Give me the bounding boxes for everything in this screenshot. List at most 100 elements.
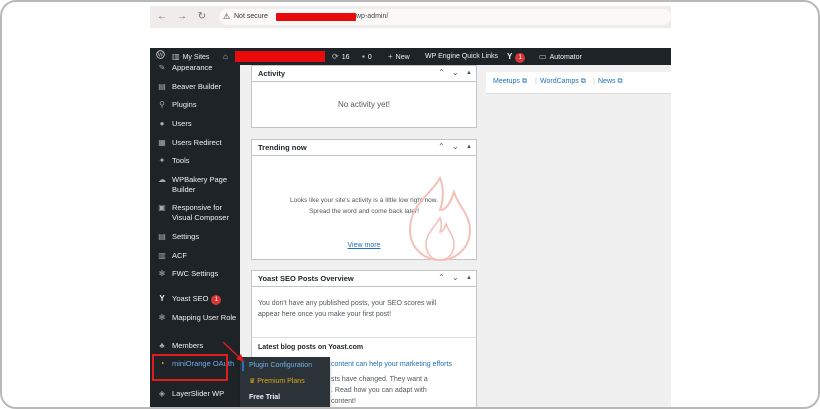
submenu-free-trial[interactable]: Free Trial <box>249 393 280 403</box>
yoast-divider <box>252 337 476 338</box>
collapse-icon[interactable]: ▲ <box>466 275 472 281</box>
sidebar-item-label: ACF <box>172 251 187 260</box>
my-sites-label: My Sites <box>182 54 210 61</box>
sidebar-item-label: Yoast SEO 1 <box>172 294 238 305</box>
updates-count: 16 <box>341 54 350 61</box>
screenshot-frame: ← → ↻ ⚠ Not secure wp-admin/ W ▥ My Sites… <box>0 0 820 409</box>
meetups-label: Meetups <box>493 78 520 85</box>
comments-menu[interactable]: ▪ 0 <box>362 48 372 65</box>
back-arrow-icon[interactable]: ← <box>156 11 168 23</box>
settings-icon: ▤ <box>158 232 166 241</box>
svg-text:W: W <box>157 53 163 59</box>
grid-icon: ▤ <box>158 82 166 91</box>
separator: | <box>593 78 595 85</box>
comment-icon: ▪ <box>362 52 365 61</box>
yoast-seo-badge: 1 <box>211 295 222 305</box>
miniorange-highlight-box <box>152 354 228 381</box>
automator-menu[interactable]: ▭ Automator <box>539 48 582 65</box>
refresh-icon: ⟳ <box>332 52 339 61</box>
new-label: New <box>395 54 410 61</box>
plugins-icon: ⚲ <box>159 100 165 109</box>
sidebar-item-label: Users <box>172 119 192 128</box>
sidebar-item-label: Appearance <box>172 65 213 72</box>
sidebar-item-label: WPBakery Page Builder <box>172 175 228 194</box>
move-down-icon[interactable]: ⌄ <box>452 68 459 77</box>
yoast-icon: Y <box>159 294 165 303</box>
members-icon: ♣ <box>159 341 165 350</box>
premium-plans-label: Premium Plans <box>257 378 305 385</box>
news-link[interactable]: News ⧉ <box>598 78 622 86</box>
address-row: ← → ↻ ⚠ Not secure wp-admin/ <box>150 6 671 28</box>
move-up-icon[interactable]: ⌃ <box>438 142 445 151</box>
reload-icon[interactable]: ↻ <box>196 11 208 23</box>
external-link-icon: ⧉ <box>521 78 527 85</box>
redacted-site-name[interactable] <box>235 51 325 62</box>
submenu-plugin-configuration[interactable]: Plugin Configuration <box>249 361 312 371</box>
yoast-seo-label: Yoast SEO <box>172 294 209 303</box>
sidebar-item-label: Tools <box>172 156 190 165</box>
activity-title: Activity <box>258 69 286 78</box>
yoast-icon: Y <box>507 52 513 61</box>
yoast-widget-title: Yoast SEO Posts Overview <box>258 274 354 283</box>
blog-posts-heading: Latest blog posts on Yoast.com <box>258 344 364 351</box>
yoast-empty-text: You don't have any published posts, your… <box>258 298 436 320</box>
url-bar[interactable]: ⚠ Not secure wp-admin/ <box>219 9 671 25</box>
home-icon[interactable]: ⌂ <box>223 48 231 65</box>
submenu-premium-plans[interactable]: ♛ Premium Plans <box>249 377 305 387</box>
events-news-footer: Meetups ⧉ | WordCamps ⧉ | News ⧉ <box>486 72 671 94</box>
move-down-icon[interactable]: ⌄ <box>452 142 459 151</box>
blog-excerpt-line-2: . Read how you can adapt with <box>331 387 427 394</box>
layers-icon: ◈ <box>158 389 166 398</box>
meetups-link[interactable]: Meetups ⧉ <box>493 78 527 86</box>
acf-icon: ▥ <box>158 251 166 260</box>
forward-arrow-icon[interactable]: → <box>176 11 188 23</box>
my-sites-menu[interactable]: ▥ My Sites <box>172 48 209 65</box>
wordcamps-link[interactable]: WordCamps ⧉ <box>540 78 586 86</box>
appearance-icon: ✎ <box>158 65 166 72</box>
not-secure-label: Not secure <box>234 13 268 20</box>
trending-widget-header: Trending now ⌃ ⌄ ▲ <box>252 140 476 156</box>
collapse-icon[interactable]: ▲ <box>466 144 472 150</box>
gear-icon: ✻ <box>158 313 166 322</box>
yoast-widget-header: Yoast SEO Posts Overview ⌃ ⌄ ▲ <box>252 271 476 287</box>
blog-post-excerpt: sts have changed. They want a . Read how… <box>331 374 428 407</box>
collapse-icon[interactable]: ▲ <box>466 70 472 76</box>
automator-label: Automator <box>549 54 582 61</box>
yoast-line-2: appear here once you make your first pos… <box>258 311 392 318</box>
sidebar-item-label: LayerSlider WP <box>172 389 225 398</box>
wordpress-logo-icon[interactable]: W <box>156 48 165 65</box>
activity-widget: Activity ⌃ ⌄ ▲ No activity yet! <box>251 65 477 128</box>
updates-menu[interactable]: ⟳ 16 <box>332 48 350 65</box>
yoast-badge: 1 <box>515 53 526 63</box>
sidebar-item-label: Beaver Builder <box>172 82 222 91</box>
move-up-icon[interactable]: ⌃ <box>438 273 445 282</box>
gear-icon: ✻ <box>158 269 166 278</box>
sidebar-item-label: FWC Settings <box>172 269 219 278</box>
yoast-line-1: You don't have any published posts, your… <box>258 300 437 307</box>
yoast-menu[interactable]: Y1 <box>507 48 526 65</box>
wp-admin-bar: W ▥ My Sites ⌂ ⟳ 16 ▪ 0 + New WP Engine Quic… <box>150 48 671 65</box>
sidebar-item-label: Mapping User Role <box>172 313 237 322</box>
warning-icon: ⚠ <box>223 12 231 21</box>
quick-links-menu[interactable]: WP Engine Quick Links <box>425 48 498 65</box>
cloud-icon: ☁ <box>158 175 166 184</box>
separator: | <box>535 78 537 85</box>
plus-icon: + <box>388 52 393 61</box>
sites-icon: ▥ <box>172 52 180 61</box>
redacted-url <box>276 13 356 21</box>
new-content-menu[interactable]: + New <box>388 48 410 65</box>
browser-chrome: ← → ↻ ⚠ Not secure wp-admin/ <box>150 4 671 48</box>
sidebar-item-label: Users Redirect <box>172 138 222 147</box>
blog-excerpt-line-3: content! <box>331 398 356 405</box>
flame-illustration-icon <box>408 175 472 262</box>
comments-count: 0 <box>367 54 372 61</box>
external-link-icon: ⧉ <box>580 78 586 85</box>
view-more-link[interactable]: View more <box>348 242 381 249</box>
sidebar-item-label: Plugins <box>172 100 197 109</box>
move-up-icon[interactable]: ⌃ <box>438 68 445 77</box>
move-down-icon[interactable]: ⌄ <box>452 273 459 282</box>
tools-icon: ✦ <box>158 156 166 165</box>
crown-icon: ♛ <box>249 378 256 385</box>
blog-post-link[interactable]: content can help your marketing efforts <box>331 361 452 368</box>
miniorange-submenu: Plugin Configuration ♛ Premium Plans Fre… <box>240 357 330 407</box>
